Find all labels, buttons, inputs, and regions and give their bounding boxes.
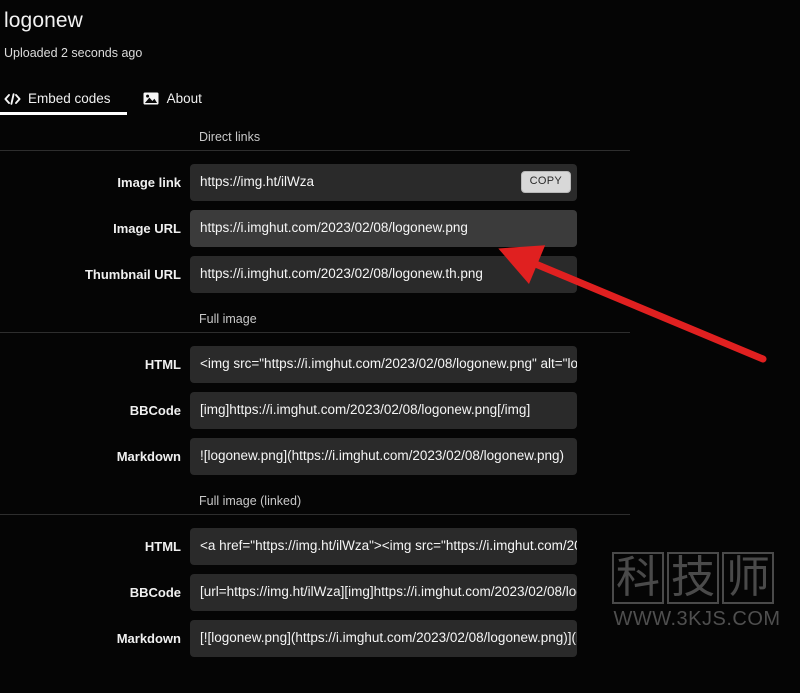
active-tab-indicator: [0, 112, 127, 115]
section-title: Full image: [199, 312, 257, 326]
field-row: HTML <a href="https://img.ht/ilWza"><img…: [0, 523, 800, 569]
field-row: Thumbnail URL https://i.imghut.com/2023/…: [0, 251, 800, 297]
section-header: Full image: [0, 311, 630, 333]
tab-about[interactable]: About: [125, 90, 216, 115]
field-label: Image URL: [113, 220, 181, 236]
full-image-bbcode-field[interactable]: [img]https://i.imghut.com/2023/02/08/log…: [190, 391, 577, 429]
field-label: Image link: [117, 174, 181, 190]
tab-bar: Embed codes About: [0, 85, 800, 115]
section-rows: Image link https://img.ht/ilWza COPY Ima…: [0, 151, 800, 297]
section-title: Full image (linked): [199, 494, 302, 508]
copy-button[interactable]: COPY: [520, 171, 571, 193]
field-value: https://i.imghut.com/2023/02/08/logonew.…: [200, 220, 468, 235]
field-value: https://img.ht/ilWza: [200, 174, 315, 189]
section-direct-links: Direct links Image link https://img.ht/i…: [0, 129, 800, 297]
field-row: Markdown ![logonew.png](https://i.imghut…: [0, 433, 800, 479]
linked-image-html-field[interactable]: <a href="https://img.ht/ilWza"><img src=…: [190, 527, 577, 565]
section-rows: HTML <a href="https://img.ht/ilWza"><img…: [0, 515, 800, 661]
field-row: Image URL https://i.imghut.com/2023/02/0…: [0, 205, 800, 251]
field-label: HTML: [144, 356, 181, 372]
field-label: Markdown: [116, 448, 181, 464]
field-row: Image link https://img.ht/ilWza COPY: [0, 159, 800, 205]
field-value: [img]https://i.imghut.com/2023/02/08/log…: [200, 402, 531, 417]
field-value: [![logonew.png](https://i.imghut.com/202…: [200, 630, 577, 645]
linked-image-bbcode-field[interactable]: [url=https://img.ht/ilWza][img]https://i…: [190, 573, 577, 611]
section-full-image-linked: Full image (linked) HTML <a href="https:…: [0, 493, 800, 661]
field-label: HTML: [144, 538, 181, 554]
full-image-html-field[interactable]: <img src="https://i.imghut.com/2023/02/0…: [190, 345, 577, 383]
section-rows: HTML <img src="https://i.imghut.com/2023…: [0, 333, 800, 479]
image-icon: [143, 92, 160, 106]
field-label: Thumbnail URL: [84, 266, 181, 282]
section-header: Direct links: [0, 129, 630, 151]
field-row: BBCode [img]https://i.imghut.com/2023/02…: [0, 387, 800, 433]
field-value: <img src="https://i.imghut.com/2023/02/0…: [200, 356, 577, 371]
field-value: ![logonew.png](https://i.imghut.com/2023…: [200, 448, 564, 463]
field-value: [url=https://img.ht/ilWza][img]https://i…: [200, 584, 577, 599]
linked-image-markdown-field[interactable]: [![logonew.png](https://i.imghut.com/202…: [190, 619, 577, 657]
section-full-image: Full image HTML <img src="https://i.imgh…: [0, 311, 800, 479]
field-value: <a href="https://img.ht/ilWza"><img src=…: [200, 538, 577, 553]
full-image-markdown-field[interactable]: ![logonew.png](https://i.imghut.com/2023…: [190, 437, 577, 475]
page-header: logonew Uploaded 2 seconds ago: [0, 0, 800, 61]
field-label: BBCode: [129, 584, 181, 600]
tab-about-label: About: [166, 91, 202, 106]
field-row: BBCode [url=https://img.ht/ilWza][img]ht…: [0, 569, 800, 615]
image-link-field[interactable]: https://img.ht/ilWza COPY: [190, 163, 577, 201]
field-value: https://i.imghut.com/2023/02/08/logonew.…: [200, 266, 483, 281]
image-url-field[interactable]: https://i.imghut.com/2023/02/08/logonew.…: [190, 209, 577, 247]
code-icon: [4, 92, 21, 106]
page-title: logonew: [4, 9, 83, 32]
field-label: Markdown: [116, 630, 181, 646]
section-title: Direct links: [199, 130, 261, 144]
field-row: HTML <img src="https://i.imghut.com/2023…: [0, 341, 800, 387]
field-label: BBCode: [129, 402, 181, 418]
field-row: Markdown [![logonew.png](https://i.imghu…: [0, 615, 800, 661]
thumbnail-url-field[interactable]: https://i.imghut.com/2023/02/08/logonew.…: [190, 255, 577, 293]
upload-timestamp: Uploaded 2 seconds ago: [4, 46, 143, 60]
section-header: Full image (linked): [0, 493, 630, 515]
tab-embed-codes-label: Embed codes: [28, 91, 111, 106]
